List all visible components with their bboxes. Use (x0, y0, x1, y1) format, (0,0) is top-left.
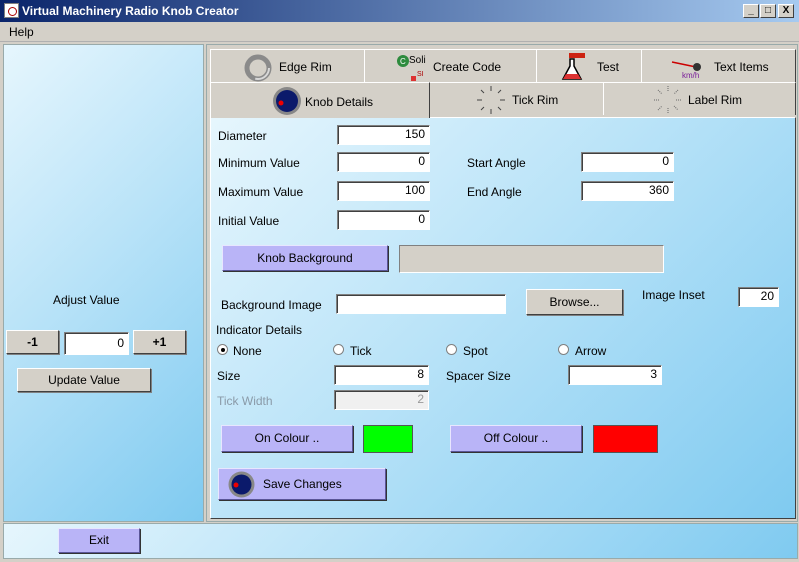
tab-create-code[interactable]: C Soli SI Create Code (364, 49, 537, 82)
end-angle-field[interactable]: 360 (581, 181, 674, 201)
tab-label: Label Rim (688, 93, 743, 107)
image-inset-field[interactable]: 20 (738, 287, 779, 307)
on-colour-button[interactable]: On Colour .. (221, 425, 353, 452)
spacer-size-label: Spacer Size (446, 369, 511, 383)
text-items-icon: km/h (671, 61, 701, 80)
save-changes-button[interactable]: Save Changes (218, 468, 386, 500)
initial-value-label: Initial Value (218, 214, 280, 228)
title-bar: Virtual Machinery Radio Knob Creator _ □… (0, 0, 799, 22)
bottom-panel: Exit (3, 523, 798, 559)
code-icon: C Soli SI (397, 55, 426, 81)
left-panel: Adjust Value -1 0 +1 Update Value (3, 44, 204, 522)
minimize-button[interactable]: _ (743, 4, 759, 18)
knob-icon (273, 87, 301, 115)
spacer-size-field[interactable]: 3 (568, 365, 662, 385)
tab-knob-details[interactable]: Knob Details (210, 82, 430, 118)
increment-button[interactable]: +1 (133, 330, 186, 354)
tab-label-rim[interactable]: Label Rim (603, 82, 796, 115)
tab-label: Tick Rim (512, 93, 559, 107)
label-rim-icon (654, 86, 682, 114)
code-icon-text: Soli (409, 55, 426, 66)
maximize-button[interactable]: □ (760, 4, 776, 18)
background-image-field[interactable] (336, 294, 506, 314)
on-colour-swatch (363, 425, 413, 453)
tab-label: Edge Rim (279, 60, 332, 74)
code-icon-text2: SI (417, 71, 424, 78)
start-angle-field[interactable]: 0 (581, 152, 674, 172)
radio-tick-label: Tick (350, 344, 372, 358)
svg-text:C: C (400, 57, 406, 66)
tab-label: Test (597, 60, 620, 74)
radio-spot-label: Spot (463, 344, 488, 358)
adjust-value-label: Adjust Value (53, 293, 120, 307)
knob-background-button[interactable]: Knob Background (222, 245, 388, 271)
tick-width-field: 2 (334, 390, 429, 410)
maximum-value-field[interactable]: 100 (337, 181, 430, 201)
radio-tick[interactable] (333, 344, 344, 355)
minimum-value-label: Minimum Value (218, 156, 300, 170)
size-label: Size (217, 369, 241, 383)
tab-text-items[interactable]: km/h Text Items (641, 49, 796, 82)
start-angle-label: Start Angle (467, 156, 526, 170)
end-angle-label: End Angle (467, 185, 522, 199)
radio-arrow-label: Arrow (575, 344, 607, 358)
diameter-field[interactable]: 150 (337, 125, 430, 145)
exit-button[interactable]: Exit (58, 528, 140, 553)
kmh-text: km/h (682, 71, 699, 80)
test-flask-icon (561, 53, 585, 80)
initial-value-field[interactable]: 0 (337, 210, 430, 230)
right-panel: Edge Rim C Soli SI Create Code Test km/h… (206, 44, 798, 522)
knob-details-content: Diameter 150 Minimum Value 0 Start Angle… (210, 117, 796, 519)
menu-help[interactable]: Help (9, 25, 34, 39)
tab-edge-rim[interactable]: Edge Rim (210, 49, 365, 82)
decrement-button[interactable]: -1 (6, 330, 59, 354)
update-value-button[interactable]: Update Value (17, 368, 151, 392)
tab-tick-rim[interactable]: Tick Rim (429, 82, 604, 115)
tab-label: Create Code (433, 60, 502, 74)
background-image-label: Background Image (221, 298, 322, 312)
tick-width-label: Tick Width (217, 394, 273, 408)
tick-rim-icon (477, 86, 505, 114)
size-field[interactable]: 8 (334, 365, 429, 385)
window-title: Virtual Machinery Radio Knob Creator (22, 4, 239, 18)
tab-label: Text Items (714, 60, 769, 74)
tab-test[interactable]: Test (536, 49, 642, 82)
close-button[interactable]: X (778, 4, 794, 18)
radio-arrow[interactable] (558, 344, 569, 355)
off-colour-button[interactable]: Off Colour .. (450, 425, 582, 452)
knob-background-preview (399, 245, 664, 273)
menu-bar: Help (0, 22, 799, 42)
diameter-label: Diameter (218, 129, 267, 143)
indicator-details-label: Indicator Details (216, 323, 303, 337)
radio-spot[interactable] (446, 344, 457, 355)
radio-none[interactable] (217, 344, 228, 355)
adjust-value-field[interactable]: 0 (64, 332, 129, 355)
edge-rim-icon (244, 54, 272, 82)
browse-button[interactable]: Browse... (526, 289, 623, 315)
minimum-value-field[interactable]: 0 (337, 152, 430, 172)
maximum-value-label: Maximum Value (218, 185, 304, 199)
save-changes-label: Save Changes (263, 477, 342, 491)
off-colour-swatch (593, 425, 658, 453)
app-icon (4, 3, 19, 18)
image-inset-label: Image Inset (642, 288, 705, 302)
radio-none-label: None (233, 344, 262, 358)
tab-label: Knob Details (305, 95, 374, 109)
knob-icon (228, 471, 255, 498)
